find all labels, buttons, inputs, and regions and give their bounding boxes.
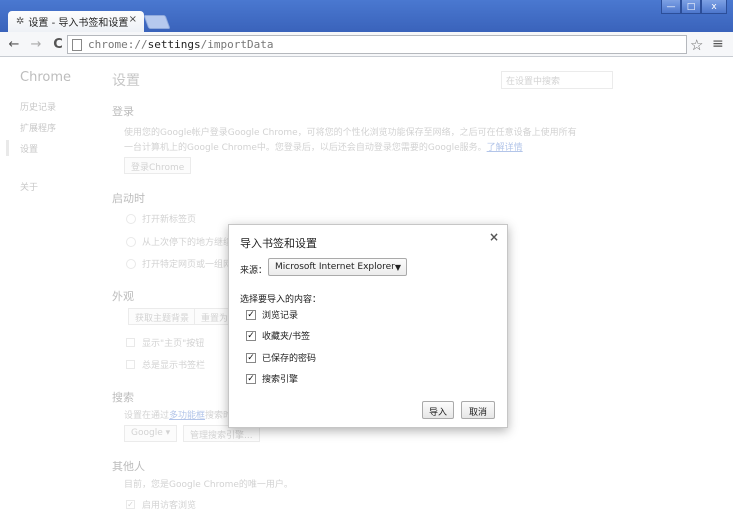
close-window-button[interactable]: x <box>701 0 727 14</box>
gear-icon: ✲ <box>16 16 25 27</box>
new-tab-button[interactable] <box>143 15 171 29</box>
checkbox-checked-icon: ✓ <box>246 373 256 384</box>
minimize-button[interactable]: — <box>661 0 681 14</box>
import-history-checkbox[interactable]: ✓ 浏览记录 <box>246 308 298 321</box>
bookmark-star-icon[interactable]: ☆ <box>690 36 703 54</box>
window-controls: — □ x <box>661 0 727 14</box>
import-search-engines-checkbox[interactable]: ✓ 搜索引擎 <box>246 372 298 385</box>
reload-button[interactable]: C <box>50 37 66 52</box>
import-bookmarks-checkbox[interactable]: ✓ 收藏夹/书签 <box>246 329 310 342</box>
dropdown-arrow-icon: ▼ <box>394 263 401 272</box>
source-select[interactable]: Microsoft Internet Explorer ▼ <box>268 258 407 276</box>
title-bar: ✲ 设置 - 导入书签和设置 × — □ x <box>0 0 733 32</box>
checkbox-checked-icon: ✓ <box>246 309 256 320</box>
page-icon <box>72 38 82 51</box>
checkbox-checked-icon: ✓ <box>246 352 256 363</box>
import-passwords-checkbox[interactable]: ✓ 已保存的密码 <box>246 351 316 364</box>
dialog-close-button[interactable]: × <box>489 230 499 244</box>
address-bar[interactable]: chrome://settings/importData <box>67 35 687 54</box>
cancel-button[interactable]: 取消 <box>461 401 495 419</box>
menu-icon[interactable]: ≡ <box>712 36 724 52</box>
source-label: 来源： <box>240 266 268 276</box>
maximize-button[interactable]: □ <box>681 0 701 14</box>
import-button[interactable]: 导入 <box>422 401 454 419</box>
browser-toolbar: ← → C chrome://settings/importData ☆ ≡ <box>0 32 733 57</box>
tab-close-button[interactable]: × <box>129 14 137 25</box>
dialog-title: 导入书签和设置 <box>240 237 317 250</box>
tab-title: 设置 - 导入书签和设置 <box>28 18 129 29</box>
forward-button[interactable]: → <box>28 37 44 52</box>
items-label: 选择要导入的内容： <box>240 295 322 305</box>
url-text: chrome://settings/importData <box>88 38 274 51</box>
back-button[interactable]: ← <box>6 37 22 52</box>
import-dialog: 导入书签和设置 × 来源： Microsoft Internet Explore… <box>228 224 508 428</box>
checkbox-checked-icon: ✓ <box>246 330 256 341</box>
tab-settings[interactable]: ✲ 设置 - 导入书签和设置 × <box>8 11 144 32</box>
source-select-value: Microsoft Internet Explorer <box>275 262 395 272</box>
